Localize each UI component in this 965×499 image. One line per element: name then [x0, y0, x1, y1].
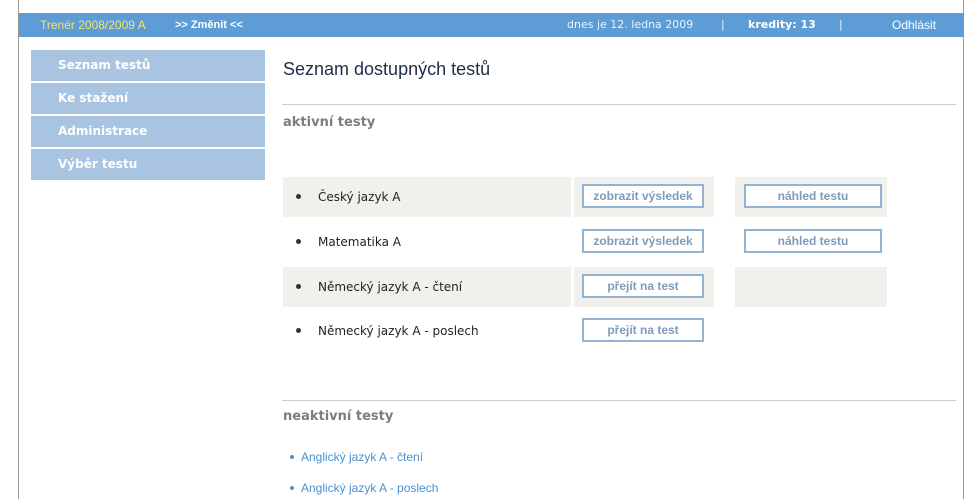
test-name: Matematika A — [318, 235, 401, 249]
page-title: Seznam dostupných testů — [283, 59, 491, 79]
bullet-icon — [290, 454, 294, 459]
header-separator: | — [839, 18, 843, 31]
trainer-label: Trenér 2008/2009 A — [40, 18, 146, 32]
inactive-test-link[interactable]: Anglický jazyk A - poslech — [290, 481, 438, 495]
bullet-icon — [296, 328, 301, 333]
header-separator: | — [721, 18, 725, 31]
test-name: Český jazyk A — [318, 190, 401, 204]
active-tests-heading: aktivní testy — [283, 115, 376, 130]
inactive-test-name[interactable]: Anglický jazyk A - poslech — [301, 481, 438, 495]
preview-test-button[interactable]: náhled testu — [744, 229, 882, 253]
test-name: Německý jazyk A - čtení — [318, 280, 463, 294]
logout-link[interactable]: Odhlásit — [892, 13, 936, 37]
show-result-button[interactable]: zobrazit výsledek — [582, 229, 704, 253]
sidebar: Seznam testů Ke stažení Administrace Výb… — [31, 50, 265, 182]
inactive-test-link[interactable]: Anglický jazyk A - čtení — [290, 450, 423, 464]
divider — [282, 104, 956, 105]
sidebar-item-test-selection[interactable]: Výběr testu — [31, 149, 265, 180]
credits-label: kredity: 13 — [748, 18, 816, 31]
bullet-icon — [296, 194, 301, 199]
sidebar-item-administration[interactable]: Administrace — [31, 116, 265, 147]
date-label: dnes je 12. ledna 2009 — [567, 18, 694, 31]
bullet-icon — [296, 239, 301, 244]
bullet-icon — [290, 485, 294, 490]
preview-test-button[interactable]: náhled testu — [744, 184, 882, 208]
test-name: Německý jazyk A - poslech — [318, 324, 479, 338]
inactive-test-name[interactable]: Anglický jazyk A - čtení — [301, 450, 423, 464]
divider — [282, 400, 956, 401]
go-to-test-button[interactable]: přejít na test — [582, 318, 704, 342]
bullet-icon — [296, 284, 301, 289]
show-result-button[interactable]: zobrazit výsledek — [582, 184, 704, 208]
row-preview-cell — [735, 267, 887, 307]
change-trainer-link[interactable]: >> Změnit << — [175, 13, 243, 37]
go-to-test-button[interactable]: přejít na test — [582, 274, 704, 298]
inactive-tests-heading: neaktivní testy — [283, 409, 394, 424]
sidebar-item-downloads[interactable]: Ke stažení — [31, 83, 265, 114]
top-bar: Trenér 2008/2009 A >> Změnit << dnes je … — [19, 13, 964, 37]
sidebar-item-test-list[interactable]: Seznam testů — [31, 50, 265, 81]
